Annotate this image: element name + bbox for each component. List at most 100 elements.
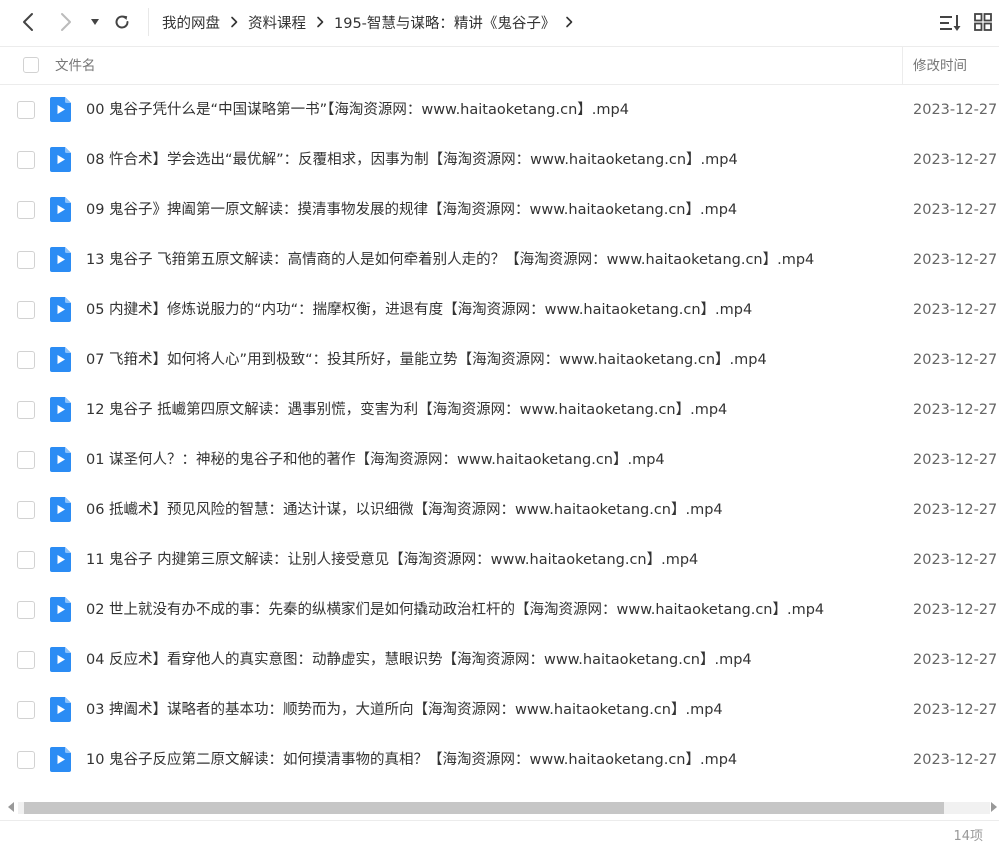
row-checkbox[interactable] (17, 151, 35, 169)
file-name[interactable]: 03 捭阖术】谋略者的基本功：顺势而为，大道所向【海淘资源网：www.haita… (86, 685, 723, 735)
scroll-left-icon[interactable] (8, 802, 14, 812)
video-file-icon (50, 547, 71, 572)
video-file-icon (50, 747, 71, 772)
file-modified-date: 2023-12-27 (913, 102, 998, 118)
file-row[interactable]: 11 鬼谷子 内揵第三原文解读：让别人接受意见【海淘资源网：www.haitao… (0, 535, 999, 585)
chevron-left-icon (23, 13, 33, 31)
video-file-icon (50, 397, 71, 422)
file-modified-date: 2023-12-27 (913, 652, 998, 668)
file-name[interactable]: 08 忤合术】学会选出“最优解”：反覆相求，因事为制【海淘资源网：www.hai… (86, 135, 738, 185)
file-name[interactable]: 02 世上就没有办不成的事：先秦的纵横家们是如何撬动政治杠杆的【海淘资源网：ww… (86, 585, 824, 635)
file-name[interactable]: 10 鬼谷子反应第二原文解读：如何摸清事物的真相？【海淘资源网：www.hait… (86, 735, 737, 785)
item-count: 14项 (953, 829, 983, 844)
row-checkbox[interactable] (17, 451, 35, 469)
column-header-modified[interactable]: 修改时间 (913, 47, 967, 85)
file-row[interactable]: 04 反应术】看穿他人的真实意图：动静虚实，慧眼识势【海淘资源网：www.hai… (0, 635, 999, 685)
file-name[interactable]: 12 鬼谷子 抵巇第四原文解读：遇事别慌，变害为利【海淘资源网：www.hait… (86, 385, 727, 435)
file-modified-date: 2023-12-27 (913, 452, 998, 468)
file-modified-date: 2023-12-27 (913, 552, 998, 568)
row-checkbox[interactable] (17, 701, 35, 719)
sort-button[interactable] (938, 12, 962, 34)
file-modified-date: 2023-12-27 (913, 752, 998, 768)
file-row[interactable]: 01 谋圣何人？：神秘的鬼谷子和他的著作【海淘资源网：www.haitaoket… (0, 435, 999, 485)
video-file-icon (50, 147, 71, 172)
file-row[interactable]: 02 世上就没有办不成的事：先秦的纵横家们是如何撬动政治杠杆的【海淘资源网：ww… (0, 585, 999, 635)
file-row[interactable]: 08 忤合术】学会选出“最优解”：反覆相求，因事为制【海淘资源网：www.hai… (0, 135, 999, 185)
file-row[interactable]: 06 抵巇术】预见风险的智慧：通达计谋，以识细微【海淘资源网：www.haita… (0, 485, 999, 535)
file-row[interactable]: 05 内揵术】修炼说服力的“内功“：揣摩权衡，进退有度【海淘资源网：www.ha… (0, 285, 999, 335)
row-checkbox[interactable] (17, 601, 35, 619)
file-row[interactable]: 13 鬼谷子 飞箝第五原文解读：高情商的人是如何牵着别人走的？【海淘资源网：ww… (0, 235, 999, 285)
select-all-checkbox[interactable] (23, 57, 39, 73)
file-name[interactable]: 13 鬼谷子 飞箝第五原文解读：高情商的人是如何牵着别人走的？【海淘资源网：ww… (86, 235, 814, 285)
row-checkbox[interactable] (17, 501, 35, 519)
file-name[interactable]: 09 鬼谷子》捭阖第一原文解读：摸清事物发展的规律【海淘资源网：www.hait… (86, 185, 737, 235)
breadcrumb: 我的网盘 资料课程 195-智慧与谋略：精讲《鬼谷子》 (162, 0, 583, 44)
file-name[interactable]: 04 反应术】看穿他人的真实意图：动静虚实，慧眼识势【海淘资源网：www.hai… (86, 635, 752, 685)
row-checkbox[interactable] (17, 751, 35, 769)
file-name[interactable]: 07 飞箝术】如何将人心”用到极致“：投其所好，量能立势【海淘资源网：www.h… (86, 335, 767, 385)
video-file-icon (50, 597, 71, 622)
row-checkbox[interactable] (17, 551, 35, 569)
footer-divider (0, 820, 999, 821)
row-checkbox[interactable] (17, 251, 35, 269)
file-name[interactable]: 11 鬼谷子 内揵第三原文解读：让别人接受意见【海淘资源网：www.haitao… (86, 535, 698, 585)
file-modified-date: 2023-12-27 (913, 352, 998, 368)
breadcrumb-current[interactable]: 195-智慧与谋略：精讲《鬼谷子》 (334, 12, 555, 33)
chevron-right-icon[interactable] (565, 16, 573, 28)
caret-down-icon (91, 19, 99, 25)
file-name[interactable]: 01 谋圣何人？：神秘的鬼谷子和他的著作【海淘资源网：www.haitaoket… (86, 435, 665, 485)
breadcrumb-item[interactable]: 资料课程 (248, 12, 306, 33)
toolbar: 我的网盘 资料课程 195-智慧与谋略：精讲《鬼谷子》 (0, 0, 999, 44)
row-checkbox[interactable] (17, 401, 35, 419)
refresh-icon (115, 15, 129, 29)
file-row[interactable]: 12 鬼谷子 抵巇第四原文解读：遇事别慌，变害为利【海淘资源网：www.hait… (0, 385, 999, 435)
file-modified-date: 2023-12-27 (913, 252, 998, 268)
file-name[interactable]: 06 抵巇术】预见风险的智慧：通达计谋，以识细微【海淘资源网：www.haita… (86, 485, 723, 535)
file-modified-date: 2023-12-27 (913, 702, 998, 718)
row-checkbox[interactable] (17, 201, 35, 219)
video-file-icon (50, 197, 71, 222)
chevron-right-icon (316, 16, 324, 28)
file-row[interactable]: 10 鬼谷子反应第二原文解读：如何摸清事物的真相？【海淘资源网：www.hait… (0, 735, 999, 785)
row-checkbox[interactable] (17, 301, 35, 319)
video-file-icon (50, 447, 71, 472)
file-modified-date: 2023-12-27 (913, 152, 998, 168)
video-file-icon (50, 647, 71, 672)
column-divider[interactable] (902, 47, 903, 85)
video-file-icon (50, 497, 71, 522)
refresh-button[interactable] (110, 10, 134, 34)
video-file-icon (50, 697, 71, 722)
file-modified-date: 2023-12-27 (913, 302, 998, 318)
file-modified-date: 2023-12-27 (913, 602, 998, 618)
file-row[interactable]: 00 鬼谷子凭什么是“中国谋略第一书”【海淘资源网：www.haitaoketa… (0, 85, 999, 135)
grid-view-icon (974, 13, 992, 31)
file-modified-date: 2023-12-27 (913, 402, 998, 418)
file-name[interactable]: 00 鬼谷子凭什么是“中国谋略第一书”【海淘资源网：www.haitaoketa… (86, 85, 629, 135)
breadcrumb-item[interactable]: 我的网盘 (162, 12, 220, 33)
file-modified-date: 2023-12-27 (913, 202, 998, 218)
scroll-right-icon[interactable] (991, 802, 997, 812)
forward-button[interactable] (54, 10, 78, 34)
chevron-right-icon (230, 16, 238, 28)
file-list: 00 鬼谷子凭什么是“中国谋略第一书”【海淘资源网：www.haitaoketa… (0, 85, 999, 785)
file-modified-date: 2023-12-27 (913, 502, 998, 518)
file-row[interactable]: 03 捭阖术】谋略者的基本功：顺势而为，大道所向【海淘资源网：www.haita… (0, 685, 999, 735)
file-name[interactable]: 05 内揵术】修炼说服力的“内功“：揣摩权衡，进退有度【海淘资源网：www.ha… (86, 285, 752, 335)
file-row[interactable]: 09 鬼谷子》捭阖第一原文解读：摸清事物发展的规律【海淘资源网：www.hait… (0, 185, 999, 235)
video-file-icon (50, 247, 71, 272)
history-dropdown-button[interactable] (84, 10, 106, 34)
row-checkbox[interactable] (17, 101, 35, 119)
back-button[interactable] (16, 10, 40, 34)
file-row[interactable]: 07 飞箝术】如何将人心”用到极致“：投其所好，量能立势【海淘资源网：www.h… (0, 335, 999, 385)
view-mode-button[interactable] (974, 13, 992, 31)
horizontal-scrollbar[interactable] (0, 799, 999, 817)
sort-icon (940, 15, 961, 31)
video-file-icon (50, 297, 71, 322)
row-checkbox[interactable] (17, 351, 35, 369)
column-header-name[interactable]: 文件名 (55, 47, 96, 85)
chevron-right-icon (61, 13, 71, 31)
scrollbar-thumb[interactable] (24, 802, 944, 814)
row-checkbox[interactable] (17, 651, 35, 669)
file-list-header: 文件名 修改时间 (0, 46, 999, 85)
